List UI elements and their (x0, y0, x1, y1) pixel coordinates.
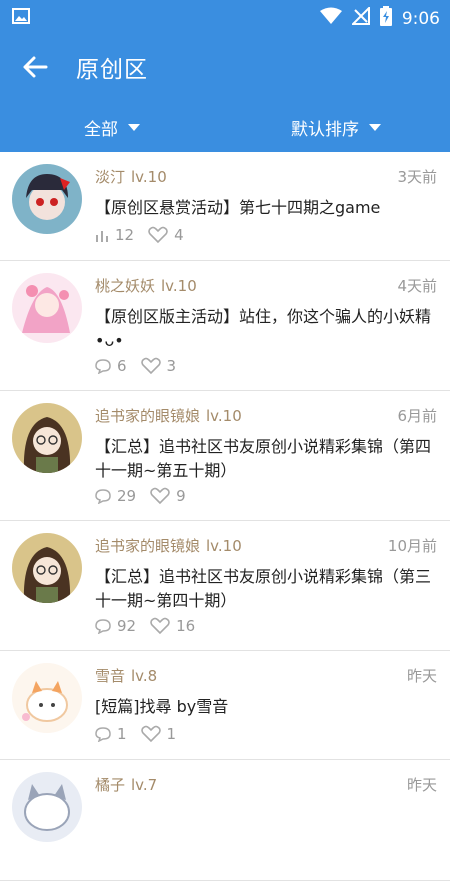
comment-icon (95, 488, 111, 504)
heart-icon (140, 357, 161, 375)
no-signal-icon (350, 5, 370, 30)
post-title[interactable]: 【原创区悬赏活动】第七十四期之game (95, 196, 440, 220)
heart-icon (150, 617, 170, 635)
author-name[interactable]: 雪音 lv.8 (95, 665, 157, 686)
like-button[interactable]: 3 (140, 357, 177, 375)
post-stats: 6 3 (95, 357, 190, 375)
post-stats: 1 1 (95, 725, 190, 743)
post-time: 昨天 (406, 776, 437, 794)
level-badge: lv.10 (206, 537, 242, 555)
post-item[interactable]: 雪音 lv.8 昨天 [短篇]找尋 by雪音 1 1 (0, 651, 450, 760)
post-time: 4天前 (397, 277, 437, 295)
sort-label: 默认排序 (291, 120, 359, 140)
category-filter-label: 全部 (84, 120, 118, 140)
sort-dropdown[interactable]: 默认排序 (291, 115, 381, 140)
author-name[interactable]: 桃之妖妖 lv.10 (95, 275, 197, 296)
like-button[interactable]: 9 (150, 487, 186, 505)
level-badge: lv.10 (206, 407, 242, 425)
level-badge: lv.7 (131, 776, 158, 794)
comment-count: 6 (117, 357, 127, 375)
author-name[interactable]: 追书家的眼镜娘 lv.10 (95, 405, 242, 426)
avatar[interactable] (12, 273, 82, 343)
bar-chart-icon (95, 228, 109, 242)
comment-icon (95, 358, 111, 374)
avatar[interactable] (12, 533, 82, 603)
caret-down-icon (369, 124, 381, 131)
wifi-icon (319, 7, 342, 30)
clock: 9:06 (401, 8, 440, 29)
post-time: 6月前 (397, 407, 437, 425)
comment-count: 1 (117, 725, 127, 743)
level-badge: lv.10 (161, 277, 197, 295)
category-filter-dropdown[interactable]: 全部 (84, 115, 140, 140)
like-count: 9 (176, 487, 186, 505)
post-time: 10月前 (387, 537, 437, 555)
comment-icon (95, 726, 111, 742)
avatar[interactable] (12, 403, 82, 473)
page-title: 原创区 (76, 57, 148, 83)
back-arrow-icon[interactable] (20, 52, 50, 82)
like-count: 4 (174, 226, 184, 244)
author-name[interactable]: 橘子 lv.7 (95, 774, 157, 795)
level-badge: lv.8 (131, 667, 158, 685)
post-list: 淡汀 lv.10 3天前 【原创区悬赏活动】第七十四期之game 12 4 桃之妖… (0, 152, 450, 881)
comment-count: 29 (117, 487, 137, 505)
like-button[interactable]: 4 (148, 226, 184, 244)
heart-icon (148, 226, 168, 244)
battery-icon (379, 6, 392, 31)
author-name[interactable]: 淡汀 lv.10 (95, 166, 167, 187)
post-title[interactable]: [短篇]找尋 by雪音 (95, 695, 440, 719)
post-item[interactable]: 桃之妖妖 lv.10 4天前 【原创区版主活动】站住，你这个骗人的小妖精•ᴗ• 6… (0, 261, 450, 391)
filter-bar: 全部 默认排序 (0, 102, 450, 152)
post-title[interactable]: 【汇总】追书社区书友原创小说精彩集锦（第四十一期~第五十期） (95, 435, 440, 483)
avatar[interactable] (12, 772, 82, 842)
like-button[interactable]: 16 (150, 617, 195, 635)
level-badge: lv.10 (131, 168, 167, 186)
caret-down-icon (128, 124, 140, 131)
post-title[interactable]: 【汇总】追书社区书友原创小说精彩集锦（第三十一期~第四十期） (95, 565, 440, 613)
post-title[interactable]: 【原创区版主活动】站住，你这个骗人的小妖精•ᴗ• (95, 305, 440, 353)
avatar[interactable] (12, 663, 82, 733)
view-count: 12 (115, 226, 135, 244)
post-time: 3天前 (397, 168, 437, 186)
heart-icon (140, 725, 161, 743)
like-count: 3 (166, 357, 177, 375)
gallery-icon (12, 8, 30, 28)
post-stats: 92 16 (95, 617, 209, 635)
comment-icon (95, 618, 111, 634)
heart-icon (150, 487, 170, 505)
like-count: 1 (166, 725, 177, 743)
avatar[interactable] (12, 164, 82, 234)
post-item[interactable]: 橘子 lv.7 昨天 (0, 760, 450, 881)
author-name[interactable]: 追书家的眼镜娘 lv.10 (95, 535, 242, 556)
post-time: 昨天 (406, 667, 437, 685)
app-bar: 原创区 (0, 32, 450, 102)
post-stats: 29 9 (95, 487, 200, 505)
like-button[interactable]: 1 (140, 725, 177, 743)
post-item[interactable]: 追书家的眼镜娘 lv.10 10月前 【汇总】追书社区书友原创小说精彩集锦（第三十… (0, 521, 450, 651)
status-bar: 9:06 (0, 0, 450, 32)
post-stats: 12 4 (95, 226, 198, 244)
post-item[interactable]: 淡汀 lv.10 3天前 【原创区悬赏活动】第七十四期之game 12 4 (0, 152, 450, 261)
like-count: 16 (176, 617, 196, 635)
comment-count: 92 (117, 617, 137, 635)
post-item[interactable]: 追书家的眼镜娘 lv.10 6月前 【汇总】追书社区书友原创小说精彩集锦（第四十一… (0, 391, 450, 521)
